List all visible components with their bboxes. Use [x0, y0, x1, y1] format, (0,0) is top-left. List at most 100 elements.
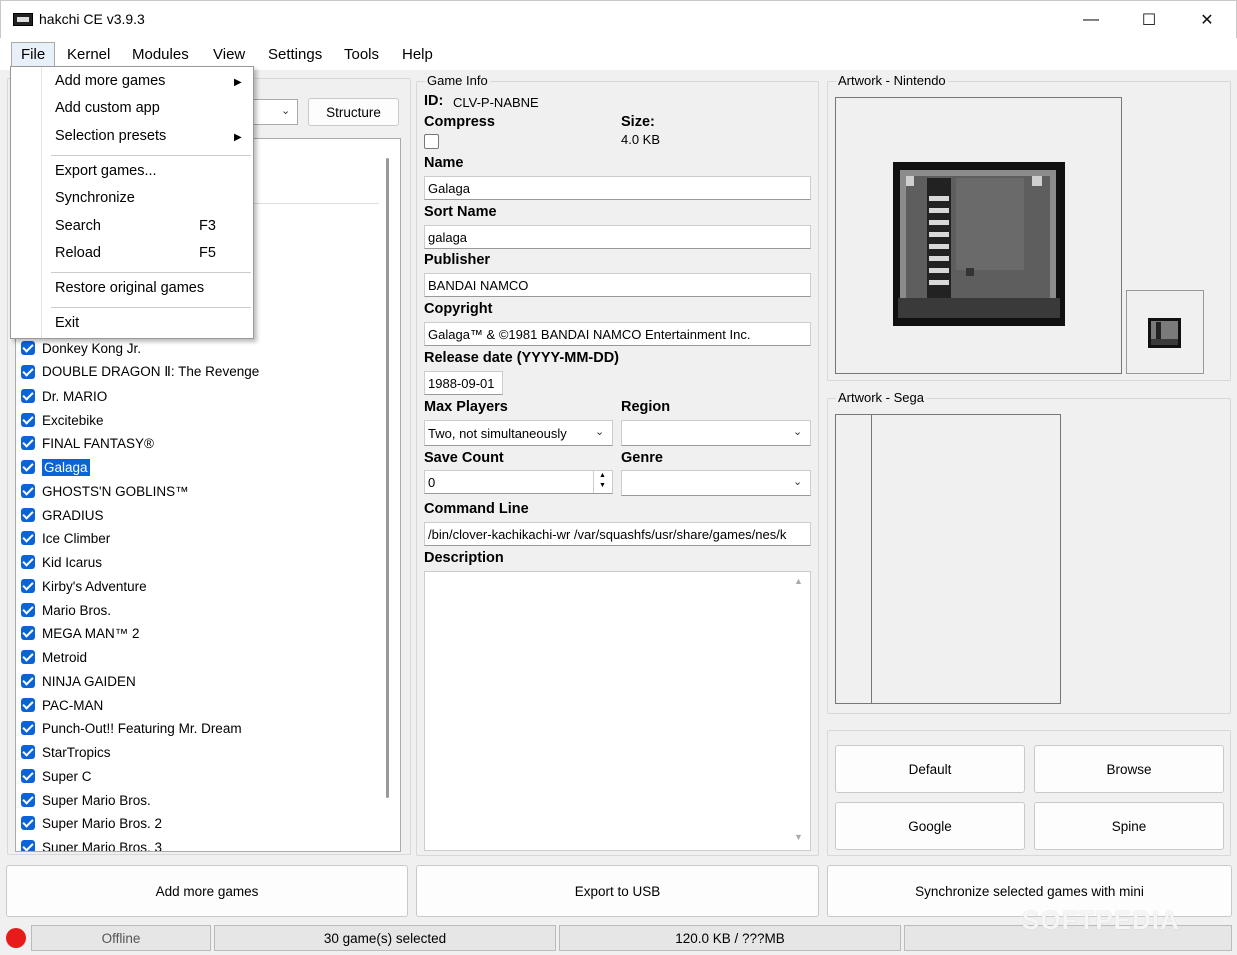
list-item[interactable]: Metroid: [21, 646, 87, 668]
checkbox-checked-icon[interactable]: [21, 674, 35, 688]
menu-modules[interactable]: Modules: [124, 44, 197, 66]
genre-select[interactable]: ⌄: [621, 470, 811, 496]
menu-add-more-games[interactable]: Add more games: [55, 73, 165, 89]
checkbox-checked-icon[interactable]: [21, 698, 35, 712]
list-item[interactable]: PAC-MAN: [21, 694, 103, 716]
scroll-up-icon[interactable]: ▲: [794, 576, 803, 586]
list-item[interactable]: StarTropics: [21, 741, 111, 763]
checkbox-checked-icon[interactable]: [21, 555, 35, 569]
structure-button[interactable]: Structure: [308, 98, 399, 126]
list-item[interactable]: Super Mario Bros. 2: [21, 812, 162, 834]
list-item[interactable]: Dr. MARIO: [21, 385, 107, 407]
checkbox-checked-icon[interactable]: [21, 816, 35, 830]
maximize-button[interactable]: ☐: [1120, 1, 1178, 39]
export-usb-button[interactable]: Export to USB: [416, 865, 819, 917]
list-item[interactable]: DOUBLE DRAGON Ⅱ: The Revenge: [21, 361, 259, 383]
description-field[interactable]: ▲ ▼: [424, 571, 811, 851]
name-field[interactable]: Galaga: [424, 176, 811, 200]
close-button[interactable]: ✕: [1178, 1, 1236, 39]
list-item[interactable]: FINAL FANTASY®: [21, 432, 154, 454]
menu-file[interactable]: File: [11, 42, 56, 68]
copyright-field[interactable]: Galaga™ & ©1981 BANDAI NAMCO Entertainme…: [424, 322, 811, 346]
window-title: hakchi CE v3.9.3: [39, 11, 145, 27]
nintendo-thumbnail[interactable]: [1126, 290, 1204, 374]
menu-restore-original-games[interactable]: Restore original games: [55, 280, 204, 296]
scroll-down-icon[interactable]: ▼: [794, 832, 803, 842]
connection-status-icon: [6, 928, 26, 948]
spin-arrows-icon[interactable]: ▲ ▼: [593, 471, 611, 493]
checkbox-checked-icon[interactable]: [21, 531, 35, 545]
region-select[interactable]: ⌄: [621, 420, 811, 446]
sort-name-label: Sort Name: [424, 204, 497, 220]
checkbox-checked-icon[interactable]: [21, 626, 35, 640]
menu-exit[interactable]: Exit: [55, 315, 79, 331]
checkbox-checked-icon[interactable]: [21, 389, 35, 403]
command-line-field[interactable]: /bin/clover-kachikachi-wr /var/squashfs/…: [424, 522, 811, 546]
list-item[interactable]: Excitebike: [21, 409, 104, 431]
checkbox-checked-icon[interactable]: [21, 508, 35, 522]
checkbox-checked-icon[interactable]: [21, 436, 35, 450]
file-menu-dropdown: Add more games ▶ Add custom app Selectio…: [10, 66, 254, 339]
menu-kernel[interactable]: Kernel: [59, 44, 118, 66]
checkbox-checked-icon[interactable]: [21, 484, 35, 498]
list-item-selected[interactable]: Galaga: [21, 456, 90, 478]
list-item[interactable]: Kid Icarus: [21, 551, 102, 573]
list-item[interactable]: Super Mario Bros. 3: [21, 836, 162, 851]
list-scrollbar[interactable]: [386, 158, 389, 798]
spine-button[interactable]: Spine: [1034, 802, 1224, 850]
list-item[interactable]: Donkey Kong Jr.: [21, 337, 141, 359]
checkbox-checked-icon[interactable]: [21, 721, 35, 735]
list-item[interactable]: Super Mario Bros.: [21, 789, 151, 811]
list-item[interactable]: NINJA GAIDEN: [21, 670, 136, 692]
list-item[interactable]: Kirby's Adventure: [21, 575, 147, 597]
max-players-label: Max Players: [424, 399, 508, 415]
save-count-field[interactable]: 0 ▲ ▼: [424, 470, 613, 494]
menu-selection-presets[interactable]: Selection presets: [55, 128, 166, 144]
checkbox-checked-icon[interactable]: [21, 769, 35, 783]
checkbox-checked-icon[interactable]: [21, 650, 35, 664]
watermark: SOFTPEDIA: [1022, 905, 1180, 935]
menu-view[interactable]: View: [205, 44, 253, 66]
list-item[interactable]: Super C: [21, 765, 92, 787]
checkbox-checked-icon[interactable]: [21, 579, 35, 593]
list-item[interactable]: GHOSTS'N GOBLINS™: [21, 480, 189, 502]
minimize-button[interactable]: —: [1062, 1, 1120, 39]
checkbox-checked-icon[interactable]: [21, 341, 35, 355]
list-item[interactable]: GRADIUS: [21, 504, 104, 526]
sega-cover-image[interactable]: [835, 414, 1061, 704]
checkbox-checked-icon[interactable]: [21, 460, 35, 474]
menu-export-games[interactable]: Export games...: [55, 163, 157, 179]
checkbox-checked-icon[interactable]: [21, 840, 35, 851]
add-more-games-button[interactable]: Add more games: [6, 865, 408, 917]
default-button[interactable]: Default: [835, 745, 1025, 793]
menu-settings[interactable]: Settings: [260, 44, 330, 66]
checkbox-checked-icon[interactable]: [21, 413, 35, 427]
list-item[interactable]: Mario Bros.: [21, 599, 111, 621]
chevron-down-icon: ⌄: [793, 476, 803, 488]
region-label: Region: [621, 399, 671, 415]
checkbox-checked-icon[interactable]: [21, 793, 35, 807]
browse-button[interactable]: Browse: [1034, 745, 1224, 793]
list-item[interactable]: Ice Climber: [21, 527, 110, 549]
menu-tools[interactable]: Tools: [336, 44, 387, 66]
checkbox-checked-icon[interactable]: [21, 365, 35, 379]
list-item[interactable]: MEGA MAN™ 2: [21, 622, 140, 644]
compress-checkbox[interactable]: [424, 134, 439, 149]
menu-search[interactable]: Search: [55, 218, 101, 234]
publisher-field[interactable]: BANDAI NAMCO: [424, 273, 811, 297]
google-button[interactable]: Google: [835, 802, 1025, 850]
checkbox-checked-icon[interactable]: [21, 603, 35, 617]
menu-add-custom-app[interactable]: Add custom app: [55, 100, 160, 116]
release-date-field[interactable]: 1988-09-01: [424, 371, 503, 395]
menu-synchronize[interactable]: Synchronize: [55, 190, 135, 206]
view-combo[interactable]: ⌄: [248, 99, 298, 125]
menu-reload[interactable]: Reload: [55, 245, 101, 261]
list-item[interactable]: Punch-Out!! Featuring Mr. Dream: [21, 717, 242, 739]
max-players-select[interactable]: Two, not simultaneously ⌄: [424, 420, 613, 446]
menu-help[interactable]: Help: [394, 44, 441, 66]
checkbox-checked-icon[interactable]: [21, 745, 35, 759]
max-players-value: Two, not simultaneously: [428, 426, 567, 441]
publisher-label: Publisher: [424, 252, 491, 268]
nintendo-cover-image[interactable]: [835, 97, 1122, 374]
sort-name-field[interactable]: galaga: [424, 225, 811, 249]
